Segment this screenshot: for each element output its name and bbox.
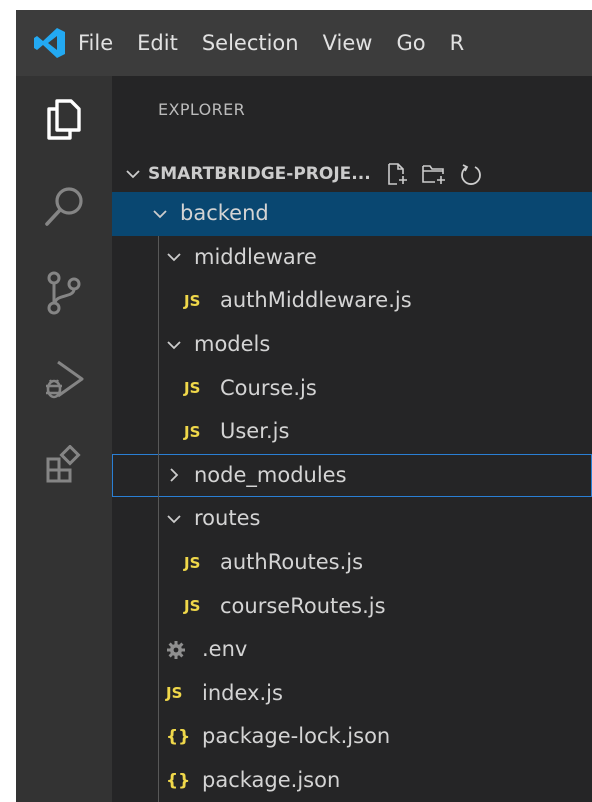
tree-file[interactable]: JS authRoutes.js xyxy=(112,540,592,585)
tree-file[interactable]: .env xyxy=(112,627,592,672)
js-file-icon: JS xyxy=(184,422,201,441)
js-file-icon: JS xyxy=(184,291,201,310)
js-file-icon: JS xyxy=(184,597,201,616)
tree-file[interactable]: JS User.js xyxy=(112,409,592,454)
tree-item-label: Course.js xyxy=(220,375,317,400)
tree-file[interactable]: JS Course.js xyxy=(112,366,592,410)
extensions-icon[interactable] xyxy=(16,422,112,508)
tree-item-label: authMiddleware.js xyxy=(220,288,412,313)
tree-item-label: backend xyxy=(180,201,269,226)
chevron-right-icon xyxy=(170,468,179,482)
file-tree: backend middleware JS authMiddleware.js mo… xyxy=(112,192,592,802)
indent-guide xyxy=(158,715,159,759)
menu-bar: File Edit Selection View Go R xyxy=(76,10,476,76)
explorer-title: EXPLORER xyxy=(158,100,246,119)
tree-item-label: node_modules xyxy=(194,462,347,487)
indent-guide xyxy=(158,322,159,367)
vscode-logo-icon[interactable] xyxy=(24,10,76,76)
source-control-icon[interactable] xyxy=(16,250,112,336)
indent-guide xyxy=(158,366,159,410)
menu-file[interactable]: File xyxy=(76,10,125,76)
chevron-down-icon xyxy=(167,253,181,262)
chevron-down-icon xyxy=(153,210,167,219)
run-and-debug-icon[interactable] xyxy=(16,336,112,422)
vscode-window: File Edit Selection View Go R EXPLORER S… xyxy=(0,0,592,802)
indent-guide xyxy=(158,627,159,672)
menu-selection[interactable]: Selection xyxy=(190,10,311,76)
js-file-icon: JS xyxy=(184,379,201,398)
tree-item-label: authRoutes.js xyxy=(220,550,364,575)
indent-guide xyxy=(158,235,159,280)
tree-folder[interactable]: routes xyxy=(112,497,592,541)
title-bar: File Edit Selection View Go R xyxy=(16,10,592,76)
js-file-icon: JS xyxy=(166,684,183,703)
indent-guide xyxy=(158,497,159,541)
activity-bar xyxy=(0,76,112,802)
menu-view[interactable]: View xyxy=(311,10,385,76)
indent-guide xyxy=(158,453,159,498)
indent-guide xyxy=(158,279,159,323)
tree-folder[interactable]: models xyxy=(112,322,592,367)
tree-item-label: models xyxy=(194,332,271,357)
indent-guide xyxy=(158,671,159,716)
menu-run[interactable]: R xyxy=(438,10,477,76)
explorer-sidebar: EXPLORER SMARTBRIDGE-PROJE... backend mi… xyxy=(112,76,592,802)
tree-item-label: index.js xyxy=(202,680,283,705)
json-file-icon: {} xyxy=(166,726,191,747)
tree-file[interactable]: {} package-lock.json xyxy=(112,715,592,759)
tree-item-label: User.js xyxy=(220,419,290,444)
new-folder-icon[interactable] xyxy=(421,162,447,186)
indent-guide xyxy=(158,540,159,585)
js-file-icon: JS xyxy=(184,553,201,572)
refresh-icon[interactable] xyxy=(459,162,483,186)
chevron-down-icon xyxy=(126,170,140,179)
tree-file[interactable]: JS authMiddleware.js xyxy=(112,279,592,323)
tree-item-label: package-lock.json xyxy=(202,724,391,749)
tree-item-label: package.json xyxy=(202,768,341,793)
search-icon[interactable] xyxy=(16,164,112,250)
json-file-icon: {} xyxy=(166,770,191,791)
tree-item-label: middleware xyxy=(194,244,317,269)
tree-folder[interactable]: middleware xyxy=(112,235,592,280)
menu-edit[interactable]: Edit xyxy=(125,10,190,76)
menu-go[interactable]: Go xyxy=(384,10,437,76)
project-name: SMARTBRIDGE-PROJE... xyxy=(148,164,371,184)
indent-guide xyxy=(158,584,159,628)
tree-item-label: routes xyxy=(194,506,261,531)
new-file-icon[interactable] xyxy=(385,162,409,186)
project-header[interactable]: SMARTBRIDGE-PROJE... xyxy=(112,154,592,194)
indent-guide xyxy=(158,758,159,802)
tree-file[interactable]: {} package.json xyxy=(112,758,592,802)
tree-folder[interactable]: backend xyxy=(112,192,592,236)
tree-item-label: .env xyxy=(202,637,248,662)
tree-item-label: courseRoutes.js xyxy=(220,593,386,618)
tree-file[interactable]: JS courseRoutes.js xyxy=(112,584,592,628)
explorer-icon[interactable] xyxy=(0,76,112,162)
tree-folder[interactable]: node_modules xyxy=(112,453,592,498)
chevron-down-icon xyxy=(167,515,181,524)
tree-file[interactable]: JS index.js xyxy=(112,671,592,716)
chevron-down-icon xyxy=(167,340,181,349)
gear-icon xyxy=(167,640,185,659)
indent-guide xyxy=(158,409,159,454)
